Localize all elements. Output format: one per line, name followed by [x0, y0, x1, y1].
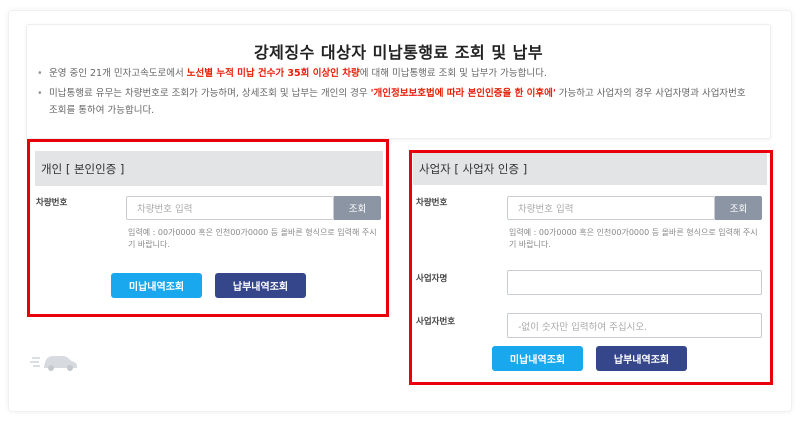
car-icon — [30, 356, 77, 371]
business-name-label: 사업자명 — [416, 274, 448, 284]
notice-1-text-end: 에 대해 미납통행료 조회 및 납부가 가능합니다. — [359, 68, 547, 79]
personal-vehicle-input[interactable]: 차량번호 입력 — [126, 196, 334, 220]
business-vehicle-input[interactable]: 차량번호 입력 — [507, 196, 715, 220]
business-number-label: 사업자번호 — [416, 317, 456, 327]
personal-search-button[interactable]: 조회 — [334, 196, 381, 220]
notice-2-text: 미납통행료 유무는 차량번호로 조회가 가능하며, 상세조회 및 납부는 개인의… — [49, 88, 371, 99]
personal-paid-button[interactable]: 납부내역조회 — [215, 273, 306, 298]
personal-hint: 입력예 : 00가0000 혹은 인천00가0000 등 올바른 형식으로 입력… — [128, 228, 377, 249]
notice-2: 미납통행료 유무는 차량번호로 조회가 가능하며, 상세조회 및 납부는 개인의… — [37, 85, 757, 119]
business-paid-button[interactable]: 납부내역조회 — [596, 346, 687, 371]
page-title: 강제징수 대상자 미납통행료 조회 및 납부 — [253, 43, 544, 62]
notice-2-highlight: '개인정보보호법에 따라 본인인증을 한 이후에' — [370, 88, 556, 99]
business-hint: 입력예 : 00가0000 혹은 인천00가0000 등 올바른 형식으로 입력… — [509, 228, 758, 249]
personal-unpaid-button[interactable]: 미납내역조회 — [111, 273, 202, 298]
business-name-input[interactable] — [507, 270, 762, 295]
business-highlight-frame — [409, 150, 773, 385]
business-unpaid-button[interactable]: 미납내역조회 — [492, 346, 583, 371]
info-box: 강제징수 대상자 미납통행료 조회 및 납부 운영 중인 21개 민자고속도로에… — [26, 24, 771, 139]
business-panel-header: 사업자 [ 사업자 인증 ] — [413, 153, 767, 185]
business-number-input[interactable]: -없이 숫자만 입력하여 주십시오. — [507, 313, 762, 338]
personal-panel-header: 개인 [ 본인인증 ] — [35, 151, 383, 186]
notice-1-text: 운영 중인 21개 민자고속도로에서 — [49, 68, 187, 79]
notice-1-highlight: 노선별 누적 미납 건수가 35회 이상인 차량 — [186, 68, 360, 79]
notice-1: 운영 중인 21개 민자고속도로에서 노선별 누적 미납 건수가 35회 이상인… — [37, 65, 757, 82]
business-search-button[interactable]: 조회 — [715, 196, 762, 220]
personal-vehicle-label: 차량번호 — [36, 198, 68, 208]
business-vehicle-label: 차량번호 — [416, 198, 448, 208]
